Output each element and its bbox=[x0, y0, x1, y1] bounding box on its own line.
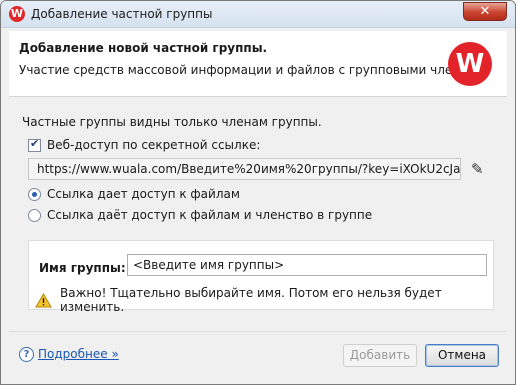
warning-text: Важно! Тщательно выбирайте имя. Потом ег… bbox=[60, 286, 442, 314]
radio-files-membership-row[interactable]: Ссылка даёт доступ к файлам и членство в… bbox=[28, 208, 372, 222]
radio-files-label: Ссылка дает доступ к файлам bbox=[47, 187, 240, 201]
radio-files-button[interactable] bbox=[28, 187, 41, 201]
radio-files-membership-button[interactable] bbox=[28, 208, 41, 222]
close-button[interactable]: ✕ bbox=[463, 2, 507, 21]
radio-files-row[interactable]: Ссылка дает доступ к файлам bbox=[28, 187, 240, 201]
pencil-icon[interactable]: ✎ bbox=[471, 160, 484, 178]
dialog-footer: ? Подробнее » Добавить Отмена bbox=[9, 331, 507, 376]
dialog-content: Частные группы видны только членам групп… bbox=[9, 98, 507, 329]
web-access-checkbox[interactable] bbox=[28, 137, 41, 152]
group-name-input[interactable] bbox=[127, 254, 487, 276]
warning-row: Важно! Тщательно выбирайте имя. Потом ег… bbox=[35, 286, 493, 314]
radio-files-membership-label: Ссылка даёт доступ к файлам и членство в… bbox=[47, 208, 373, 222]
group-name-label: Имя группы: bbox=[39, 261, 126, 275]
secret-link-field[interactable]: https://www.wuala.com/Введите%20имя%20гр… bbox=[28, 158, 461, 180]
wuala-app-icon: W bbox=[9, 6, 25, 22]
title-bar[interactable]: W Добавление частной группы ✕ bbox=[1, 1, 515, 28]
dialog-header: Добавление новой частной группы. Участие… bbox=[9, 31, 507, 97]
header-title: Добавление новой частной группы. bbox=[19, 41, 268, 55]
web-access-label: Веб-доступ по секретной ссылке: bbox=[47, 138, 261, 152]
group-name-panel: Имя группы: Важно! Тщательно выбирайте и… bbox=[28, 240, 494, 314]
header-subtitle: Участие средств массовой информации и фа… bbox=[19, 63, 489, 77]
window-title: Добавление частной группы bbox=[31, 7, 213, 21]
add-button[interactable]: Добавить bbox=[343, 344, 417, 367]
web-access-row[interactable]: Веб-доступ по секретной ссылке: bbox=[28, 137, 261, 152]
more-info-link[interactable]: Подробнее » bbox=[38, 347, 119, 361]
dialog-window: W Добавление частной группы ✕ Добавление… bbox=[0, 0, 516, 385]
help-icon[interactable]: ? bbox=[19, 347, 34, 362]
warning-icon bbox=[35, 292, 52, 308]
cancel-button[interactable]: Отмена bbox=[425, 344, 499, 367]
wuala-logo-icon: W bbox=[448, 42, 492, 86]
info-text: Частные группы видны только членам групп… bbox=[22, 115, 322, 129]
